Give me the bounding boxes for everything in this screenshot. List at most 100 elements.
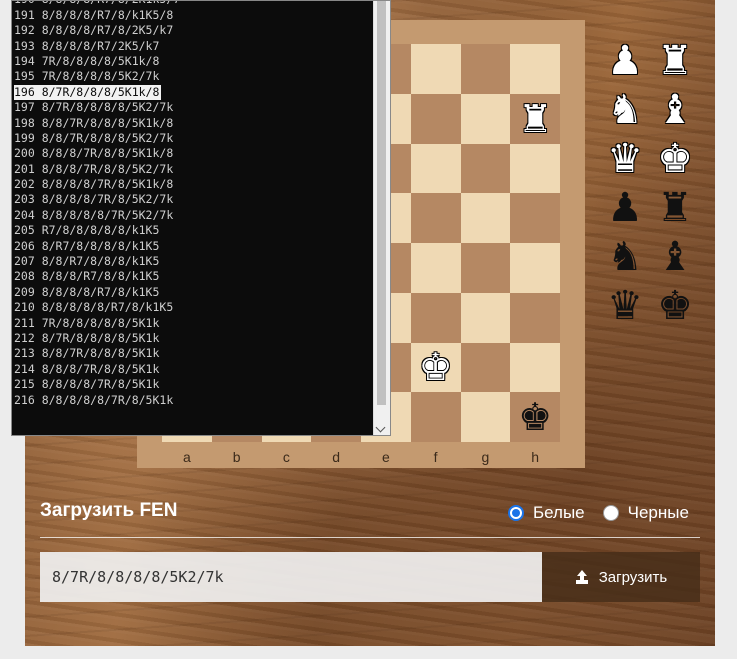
terminal-line: 202 8/8/8/8/7R/8/5K1k/8 [14, 177, 174, 192]
square-f4[interactable] [410, 243, 461, 293]
file-label-c: c [282, 449, 290, 465]
file-label-g: g [481, 449, 490, 465]
terminal-line: 198 8/8/7R/8/8/8/5K1k/8 [14, 115, 174, 130]
black-bishop-icon[interactable]: ♝ [657, 237, 693, 277]
terminal-scrollbar-thumb[interactable] [377, 1, 386, 405]
terminal-line: 207 8/8/R7/8/8/8/k1K5 [14, 254, 160, 269]
square-h4[interactable] [510, 243, 560, 293]
terminal-line: 201 8/8/8/7R/8/8/5K2/7k [14, 161, 174, 176]
terminal-line: 195 7R/8/8/8/8/5K2/7k [14, 69, 160, 84]
square-g8[interactable] [460, 44, 511, 94]
black-rook-icon[interactable]: ♜ [657, 188, 693, 228]
square-h3[interactable] [510, 292, 560, 343]
square-g1[interactable] [460, 392, 511, 442]
white-king-icon[interactable]: ♚ [657, 139, 693, 179]
white-rook-icon[interactable]: ♜ [657, 41, 693, 81]
white-pawn-icon[interactable]: ♟ [607, 41, 643, 81]
fen-panel-title: Загрузить FEN [40, 500, 178, 521]
terminal-line: 214 8/8/8/7R/8/8/5K1k [14, 361, 160, 376]
radio-black-label: Черные [627, 503, 689, 522]
spare-cell[interactable]: ♟ [600, 183, 650, 232]
terminal-line: 211 7R/8/8/8/8/8/5K1k [14, 315, 160, 330]
radio-white-label: Белые [533, 503, 585, 522]
square-h8[interactable] [510, 44, 560, 94]
black-knight-icon[interactable]: ♞ [607, 237, 643, 277]
terminal-line: 191 8/8/8/8/R7/8/k1K5/8 [14, 7, 174, 22]
square-g6[interactable] [460, 143, 511, 194]
terminal-window[interactable]: 190 8/8/8/8/R7/8/2K1k5/7191 8/8/8/8/R7/8… [11, 0, 391, 436]
terminal-line: 208 8/8/8/R7/8/8/k1K5 [14, 269, 160, 284]
terminal-line: 192 8/8/8/8/R7/8/2K5/k7 [14, 23, 174, 38]
terminal-line: 199 8/8/7R/8/8/8/5K2/7k [14, 130, 174, 145]
spare-cell[interactable]: ♞ [600, 232, 650, 281]
terminal-line: 210 8/8/8/8/8/R7/8/k1K5 [14, 300, 174, 315]
white-rook-icon[interactable]: ♜ [518, 100, 552, 138]
radio-white-indicator[interactable] [508, 505, 524, 521]
terminal-line: 215 8/8/8/8/7R/8/5K1k [14, 377, 160, 392]
load-fen-button[interactable]: Загрузить [542, 552, 700, 602]
terminal-line: 204 8/8/8/8/8/7R/5K2/7k [14, 207, 174, 222]
file-label-a: a [182, 449, 191, 465]
square-h5[interactable] [510, 193, 560, 243]
square-h2[interactable] [510, 342, 560, 393]
square-g5[interactable] [460, 193, 511, 243]
terminal-line: 216 8/8/8/8/8/7R/8/5K1k [14, 392, 174, 407]
scroll-down-icon[interactable] [375, 422, 386, 433]
radio-black-indicator[interactable] [602, 505, 619, 521]
terminal-line: 205 R7/8/8/8/8/8/k1K5 [14, 223, 160, 238]
spare-cell[interactable]: ♚ [650, 281, 700, 330]
spare-cell[interactable]: ♞ [600, 85, 650, 134]
file-label-e: e [381, 449, 390, 465]
white-knight-icon[interactable]: ♞ [607, 90, 643, 130]
white-bishop-icon[interactable]: ♝ [657, 90, 693, 130]
square-h7[interactable]: ♜ [510, 93, 560, 144]
square-h1[interactable]: ♚ [510, 392, 560, 442]
spare-cell[interactable]: ♜ [650, 36, 700, 85]
file-labels: a b c d e f g h [162, 446, 560, 468]
radio-white[interactable]: Белые [508, 503, 585, 523]
spare-cell[interactable]: ♟ [600, 36, 650, 85]
spare-cell[interactable]: ♝ [650, 232, 700, 281]
side-to-move-radio-group: Белые Черные [508, 503, 707, 523]
square-g7[interactable] [460, 93, 511, 144]
black-king-icon[interactable]: ♚ [657, 286, 693, 326]
radio-black[interactable]: Черные [602, 503, 689, 523]
fen-panel-divider [40, 537, 700, 538]
square-h6[interactable] [510, 143, 560, 194]
terminal-line: 212 8/7R/8/8/8/8/5K1k [14, 331, 160, 345]
square-g3[interactable] [460, 292, 511, 343]
file-label-d: d [332, 449, 341, 465]
square-f6[interactable] [410, 143, 461, 194]
spare-pieces-palette: ♟ ♜ ♞ ♝ ♛ ♚ ♟ ♜ ♞ ♝ ♛ ♚ [600, 36, 700, 330]
spare-cell[interactable]: ♚ [650, 134, 700, 183]
square-g2[interactable] [460, 342, 511, 393]
spare-cell[interactable]: ♛ [600, 134, 650, 183]
terminal-line: 213 8/8/7R/8/8/8/5K1k [14, 346, 160, 361]
square-f2[interactable]: ♚ [410, 342, 461, 393]
terminal-line: 209 8/8/8/8/R7/8/k1K5 [14, 284, 160, 299]
terminal-line: 190 8/8/8/8/R7/8/2K1k5/7 [14, 1, 180, 6]
square-f8[interactable] [410, 44, 461, 94]
terminal-line: 206 8/R7/8/8/8/8/k1K5 [14, 238, 160, 253]
terminal-line: 194 7R/8/8/8/8/5K1k/8 [14, 53, 160, 68]
square-f3[interactable] [410, 292, 461, 343]
upload-icon [575, 570, 589, 584]
square-g4[interactable] [460, 243, 511, 293]
file-label-f: f [433, 449, 438, 465]
square-f5[interactable] [410, 193, 461, 243]
black-pawn-icon[interactable]: ♟ [607, 188, 643, 228]
spare-cell[interactable]: ♝ [650, 85, 700, 134]
white-king-icon[interactable]: ♚ [419, 348, 453, 386]
white-queen-icon[interactable]: ♛ [607, 139, 643, 179]
terminal-line: 193 8/8/8/8/R7/2K5/k7 [14, 38, 160, 53]
terminal-scrollbar[interactable] [373, 1, 390, 435]
black-king-icon[interactable]: ♚ [518, 398, 552, 436]
terminal-line-selected: 196 8/7R/8/8/8/5K1k/8 [14, 84, 162, 101]
square-f1[interactable] [410, 392, 461, 442]
spare-cell[interactable]: ♛ [600, 281, 650, 330]
square-f7[interactable] [410, 93, 461, 144]
spare-cell[interactable]: ♜ [650, 183, 700, 232]
terminal-output: 190 8/8/8/8/R7/8/2K1k5/7191 8/8/8/8/R7/8… [14, 1, 374, 425]
black-queen-icon[interactable]: ♛ [607, 286, 643, 326]
fen-input[interactable] [40, 552, 542, 602]
